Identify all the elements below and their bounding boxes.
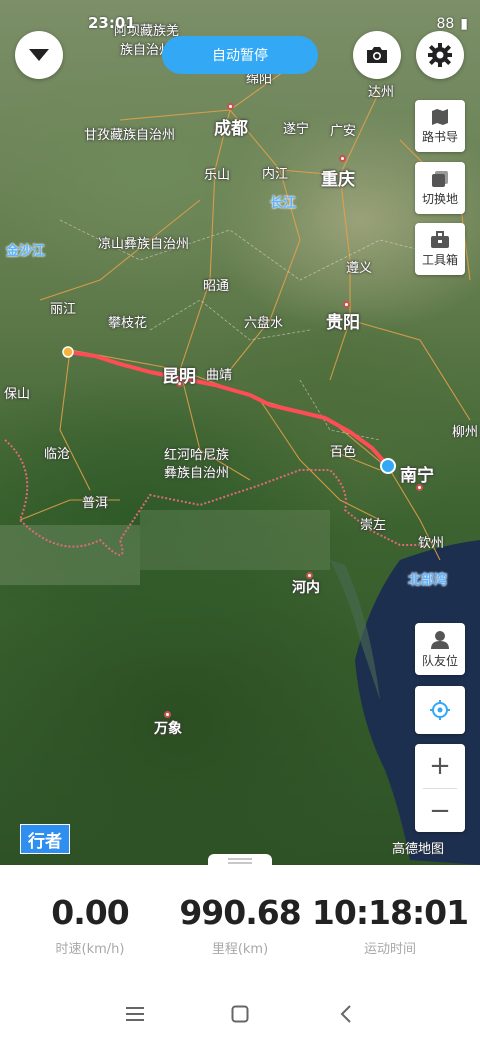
place-label: 普洱 bbox=[82, 496, 109, 511]
place-label: 内江 bbox=[262, 167, 289, 182]
zoom-in-button[interactable]: + bbox=[415, 744, 465, 788]
back-chevron-icon bbox=[340, 1005, 351, 1023]
place-label: 成都 bbox=[214, 119, 248, 139]
place-label: 六盘水 bbox=[244, 316, 284, 331]
place-label: 保山 bbox=[4, 387, 31, 402]
road-book-label: 路书导 bbox=[421, 129, 458, 144]
place-label: 崇左 bbox=[360, 518, 387, 533]
triangle-down-icon bbox=[29, 49, 49, 61]
map-dot bbox=[227, 103, 234, 110]
zoom-controls: + − bbox=[415, 744, 465, 832]
duration-stat: 10:18:01 运动时间 bbox=[310, 893, 470, 957]
place-label: 河内 bbox=[292, 580, 320, 596]
place-label: 遵义 bbox=[346, 261, 373, 276]
locate-crosshair-icon bbox=[430, 700, 450, 720]
place-label: 攀枝花 bbox=[108, 316, 148, 331]
duration-value: 10:18:01 bbox=[311, 893, 469, 932]
teammate-label: 队友位 bbox=[421, 653, 458, 668]
place-label: 贵阳 bbox=[326, 313, 360, 333]
screen: 成都 重庆 贵阳 昆明 南宁 河内 万象 乐山 内江 遂宁 广安 达州 绵阳 遵… bbox=[0, 0, 480, 1040]
place-label: 万象 bbox=[154, 721, 182, 737]
map-dot bbox=[164, 711, 171, 718]
toolbox-button[interactable]: 工具箱 bbox=[415, 223, 465, 275]
place-label: 百色 bbox=[330, 445, 357, 460]
toolbox-icon bbox=[431, 230, 449, 248]
gear-icon bbox=[428, 43, 452, 67]
settings-button[interactable] bbox=[416, 31, 464, 79]
place-label: 曲靖 bbox=[206, 368, 233, 383]
switch-map-label: 切换地 bbox=[421, 191, 458, 206]
brand-badge: 行者 bbox=[20, 824, 70, 854]
place-label: 乐山 bbox=[204, 168, 231, 183]
signal-text: 88 bbox=[436, 16, 455, 32]
place-label: 达州 bbox=[368, 85, 395, 100]
current-location-marker bbox=[380, 458, 396, 474]
status-time: 23:01 bbox=[88, 14, 136, 32]
map-dot bbox=[339, 155, 346, 162]
map-view[interactable]: 成都 重庆 贵阳 昆明 南宁 河内 万象 乐山 内江 遂宁 广安 达州 绵阳 遵… bbox=[0, 0, 480, 865]
place-label: 钦州 bbox=[418, 536, 445, 551]
road-book-button[interactable]: 路书导 bbox=[415, 100, 465, 152]
menu-icon bbox=[126, 1007, 144, 1021]
home-button[interactable] bbox=[228, 1002, 252, 1026]
person-icon bbox=[431, 630, 449, 649]
place-label: 丽江 bbox=[50, 302, 77, 317]
speed-value: 0.00 bbox=[51, 893, 129, 932]
place-label: 广安 bbox=[330, 124, 357, 139]
map-dot bbox=[343, 301, 350, 308]
river-label: 金沙江 bbox=[6, 244, 46, 259]
river-label: 长江 bbox=[270, 196, 297, 211]
menu-button[interactable] bbox=[123, 1002, 147, 1026]
place-label: 凉山彝族自治州 bbox=[98, 237, 190, 252]
camera-icon bbox=[367, 47, 387, 63]
place-label: 重庆 bbox=[321, 170, 355, 190]
place-label: 柳州 bbox=[452, 425, 479, 440]
status-icons: 88 ▮ bbox=[436, 16, 468, 32]
place-label: 甘孜藏族自治州 bbox=[84, 128, 176, 143]
sea-label: 北部湾 bbox=[408, 573, 448, 588]
route-start-marker bbox=[62, 346, 74, 358]
place-label: 临沧 bbox=[44, 447, 71, 462]
place-label: 昭通 bbox=[203, 279, 230, 294]
place-label: 红河哈尼族 bbox=[164, 448, 230, 463]
toolbox-label: 工具箱 bbox=[421, 252, 458, 267]
duration-label: 运动时间 bbox=[363, 942, 416, 957]
camera-button[interactable] bbox=[353, 31, 401, 79]
distance-stat: 990.68 里程(km) bbox=[160, 893, 320, 957]
collapse-button[interactable] bbox=[15, 31, 63, 79]
place-label: 彝族自治州 bbox=[164, 466, 230, 481]
map-provider-mark: 高德地图 bbox=[392, 842, 445, 857]
distance-label: 里程(km) bbox=[211, 942, 269, 957]
system-nav-bar bbox=[0, 990, 480, 1040]
distance-value: 990.68 bbox=[179, 893, 301, 932]
battery-icon: ▮ bbox=[460, 16, 468, 32]
auto-pause-button[interactable]: 自动暂停 bbox=[162, 36, 318, 74]
zoom-out-button[interactable]: − bbox=[415, 789, 465, 833]
status-bar: 23:01 88 ▮ bbox=[0, 0, 480, 32]
place-label: 遂宁 bbox=[283, 122, 310, 137]
place-label: 昆明 bbox=[162, 367, 196, 387]
speed-label: 时速(km/h) bbox=[55, 942, 125, 957]
back-button[interactable] bbox=[334, 1002, 358, 1026]
home-square-icon bbox=[231, 1005, 249, 1023]
teammate-location-button[interactable]: 队友位 bbox=[415, 623, 465, 675]
layers-icon bbox=[432, 170, 448, 187]
map-book-icon bbox=[432, 108, 448, 125]
place-label: 南宁 bbox=[400, 466, 434, 486]
speed-stat: 0.00 时速(km/h) bbox=[10, 893, 170, 957]
switch-map-button[interactable]: 切换地 bbox=[415, 162, 465, 214]
locate-button[interactable] bbox=[415, 686, 465, 734]
